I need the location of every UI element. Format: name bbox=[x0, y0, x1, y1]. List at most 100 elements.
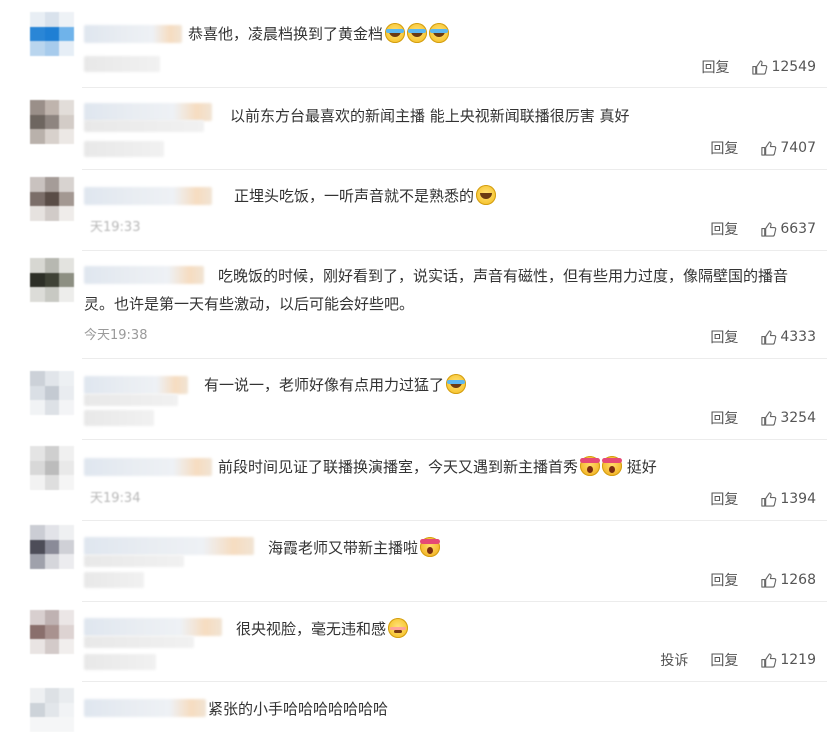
reply-button[interactable]: 回复 bbox=[701, 57, 729, 77]
comment-actions: 回复 4333 bbox=[688, 327, 816, 347]
username[interactable] bbox=[84, 699, 206, 717]
comment-text: 很央视脸，毫无违和感 bbox=[236, 617, 409, 641]
like-button[interactable]: 6637 bbox=[760, 221, 816, 238]
username[interactable] bbox=[84, 458, 212, 476]
thumbs-up-icon bbox=[761, 491, 777, 507]
comment-text-content: 有一说一，老师好像有点用力过猛了 bbox=[204, 376, 445, 394]
divider bbox=[82, 681, 827, 682]
comment-time bbox=[84, 410, 154, 426]
avatar[interactable] bbox=[30, 177, 74, 221]
like-button[interactable]: 7407 bbox=[760, 140, 816, 157]
like-button[interactable]: 1219 bbox=[760, 652, 816, 669]
like-count: 7407 bbox=[780, 140, 816, 156]
username[interactable] bbox=[84, 537, 254, 555]
reply-button[interactable]: 回复 bbox=[710, 570, 738, 590]
thumbs-up-icon bbox=[761, 652, 777, 668]
laugh-cry-emoji-icon bbox=[446, 374, 467, 394]
report-button[interactable]: 投诉 bbox=[660, 650, 688, 670]
avatar[interactable] bbox=[30, 525, 74, 569]
thumbs-up-icon bbox=[761, 329, 777, 345]
comment-time: 天19:34 bbox=[90, 491, 141, 506]
comment-text-tail: 挺好 bbox=[626, 458, 657, 476]
username[interactable] bbox=[84, 103, 212, 121]
like-button[interactable]: 4333 bbox=[760, 329, 816, 346]
reply-button[interactable]: 回复 bbox=[710, 489, 738, 509]
avatar[interactable] bbox=[30, 100, 74, 144]
like-button[interactable]: 3254 bbox=[760, 410, 816, 427]
comment-text: 恭喜他，凌晨档换到了黄金档 bbox=[188, 22, 450, 46]
like-count: 6637 bbox=[780, 221, 816, 237]
reply-button[interactable]: 回复 bbox=[710, 327, 738, 347]
comment-time: 今天19:38 bbox=[84, 328, 148, 343]
username-extra bbox=[84, 394, 178, 406]
comment-text: 有一说一，老师好像有点用力过猛了 bbox=[204, 373, 467, 397]
comment-actions: 投诉 回复 1219 bbox=[638, 650, 816, 670]
username[interactable] bbox=[84, 376, 188, 394]
divider bbox=[82, 87, 827, 88]
reply-button[interactable]: 回复 bbox=[710, 408, 738, 428]
reply-button[interactable]: 回复 bbox=[710, 650, 738, 670]
username[interactable] bbox=[84, 187, 212, 205]
avatar[interactable] bbox=[30, 688, 74, 732]
comment-text-content: 吃晚饭的时候，刚好看到了，说实话，声音有磁性，但有些用力过度，像隔壁国的播音 bbox=[218, 267, 789, 285]
like-button[interactable]: 1394 bbox=[760, 491, 816, 508]
avatar[interactable] bbox=[30, 446, 74, 490]
like-count: 4333 bbox=[780, 329, 816, 345]
username[interactable] bbox=[84, 25, 182, 43]
comment-text-line2: 灵。也许是第一天有些激动，以后可能会好些吧。 bbox=[84, 292, 414, 316]
laugh-cry-emoji-icon bbox=[429, 23, 450, 43]
thumbs-up-icon bbox=[761, 221, 777, 237]
reply-button[interactable]: 回复 bbox=[710, 219, 738, 239]
like-count: 1219 bbox=[780, 652, 816, 668]
username-extra bbox=[84, 120, 204, 132]
comment-actions: 回复 6637 bbox=[688, 219, 816, 239]
thumbs-up-icon bbox=[761, 140, 777, 156]
like-count: 12549 bbox=[771, 59, 816, 75]
divider bbox=[82, 520, 827, 521]
username[interactable] bbox=[84, 266, 204, 284]
comment-actions: 回复 1268 bbox=[688, 570, 816, 590]
thumbs-up-icon bbox=[761, 410, 777, 426]
comment-text-content: 海霞老师又带新主播啦 bbox=[268, 539, 419, 557]
shy-emoji-icon bbox=[388, 618, 409, 638]
avatar[interactable] bbox=[30, 258, 74, 302]
comment-actions: 回复 3254 bbox=[688, 408, 816, 428]
reply-button[interactable]: 回复 bbox=[710, 138, 738, 158]
laugh-cry-emoji-icon bbox=[385, 23, 406, 43]
comment-text-content: 恭喜他，凌晨档换到了黄金档 bbox=[188, 25, 384, 43]
username-extra bbox=[84, 636, 194, 648]
avatar[interactable] bbox=[30, 610, 74, 654]
comment-text: 以前东方台最喜欢的新闻主播 能上央视新闻联播很厉害 真好 bbox=[230, 104, 630, 128]
shocked-emoji-icon bbox=[420, 537, 441, 557]
divider bbox=[82, 439, 827, 440]
comment-text-content: 正埋头吃饭，一听声音就不是熟悉的 bbox=[234, 187, 475, 205]
comment-time bbox=[84, 572, 144, 588]
divider bbox=[82, 358, 827, 359]
comment-time: 天19:33 bbox=[90, 220, 141, 235]
comment-text: 吃晚饭的时候，刚好看到了，说实话，声音有磁性，但有些用力过度，像隔壁国的播音 bbox=[218, 264, 788, 288]
comment-actions: 回复 1394 bbox=[688, 489, 816, 509]
comment-text-content: 很央视脸，毫无违和感 bbox=[236, 620, 387, 638]
divider bbox=[82, 601, 827, 602]
shocked-emoji-icon bbox=[580, 456, 601, 476]
avatar[interactable] bbox=[30, 12, 74, 56]
username[interactable] bbox=[84, 618, 222, 636]
comment-time bbox=[84, 141, 164, 157]
shocked-emoji-icon bbox=[602, 456, 623, 476]
comment-text-content: 灵。也许是第一天有些激动，以后可能会好些吧。 bbox=[84, 295, 415, 313]
comment-text: 正埋头吃饭，一听声音就不是熟悉的 bbox=[234, 184, 497, 208]
avatar[interactable] bbox=[30, 371, 74, 415]
comment-text: 海霞老师又带新主播啦 bbox=[268, 536, 441, 560]
comment-text-content: 以前东方台最喜欢的新闻主播 能上央视新闻联播很厉害 真好 bbox=[230, 107, 630, 125]
like-button[interactable]: 1268 bbox=[760, 572, 816, 589]
like-count: 1268 bbox=[780, 572, 816, 588]
like-button[interactable]: 12549 bbox=[751, 59, 816, 76]
like-count: 3254 bbox=[780, 410, 816, 426]
username-extra bbox=[84, 555, 184, 567]
like-count: 1394 bbox=[780, 491, 816, 507]
comment-text-content: 前段时间见证了联播换演播室，今天又遇到新主播首秀 bbox=[218, 458, 579, 476]
comment-text: 紧张的小手哈哈哈哈哈哈哈 bbox=[208, 697, 388, 721]
comment-time bbox=[84, 56, 160, 72]
grin-emoji-icon bbox=[476, 185, 497, 205]
divider bbox=[82, 169, 827, 170]
